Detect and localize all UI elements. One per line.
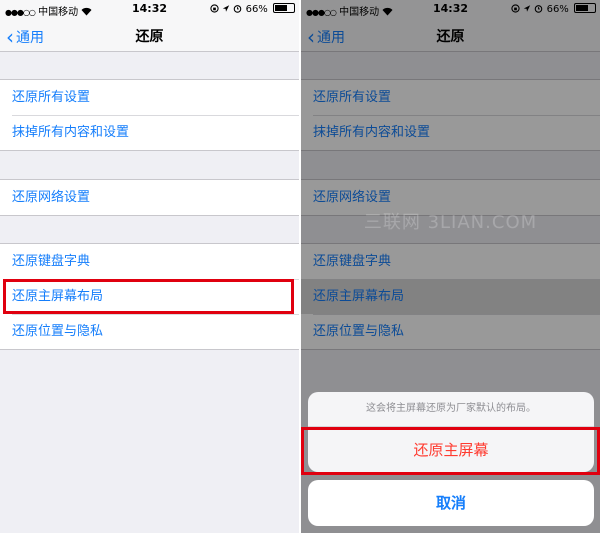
settings-group-1: 还原所有设置 抹掉所有内容和设置 [0, 79, 299, 151]
navigation-bar: ‹ 通用 还原 [0, 18, 299, 52]
page-title: 还原 [135, 29, 164, 45]
reset-all-settings-row[interactable]: 还原所有设置 [0, 80, 299, 115]
status-bar: ●●●○○ 中国移动 14:32 66% [0, 0, 299, 18]
cancel-button[interactable]: 取消 [308, 480, 594, 526]
highlight-frame [301, 427, 600, 475]
settings-group-2: 还原网络设置 [0, 179, 299, 216]
reset-network-settings-row[interactable]: 还原网络设置 [0, 180, 299, 215]
action-sheet-message: 这会将主屏幕还原为厂家默认的布局。 [308, 392, 594, 427]
erase-all-content-row[interactable]: 抹掉所有内容和设置 [0, 115, 299, 150]
reset-location-privacy-row[interactable]: 还原位置与隐私 [0, 314, 299, 349]
right-screen: ●●●○○ 中国移动 14:32 66% ‹ 通用 还原 还原所有设置 抹掉所有… [301, 0, 600, 533]
battery-percent: 66% [245, 4, 268, 15]
location-icon [222, 4, 233, 15]
watermark: 三联网 3LIAN.COM [363, 212, 538, 233]
left-screen: ●●●○○ 中国移动 14:32 66% ‹ 通用 还原 还原所有设置 抹掉所有… [0, 0, 299, 533]
battery-icon [273, 3, 295, 13]
lock-rotation-icon [210, 4, 222, 15]
alarm-icon [233, 4, 245, 15]
highlight-frame [3, 279, 294, 314]
reset-keyboard-dictionary-row[interactable]: 还原键盘字典 [0, 244, 299, 279]
